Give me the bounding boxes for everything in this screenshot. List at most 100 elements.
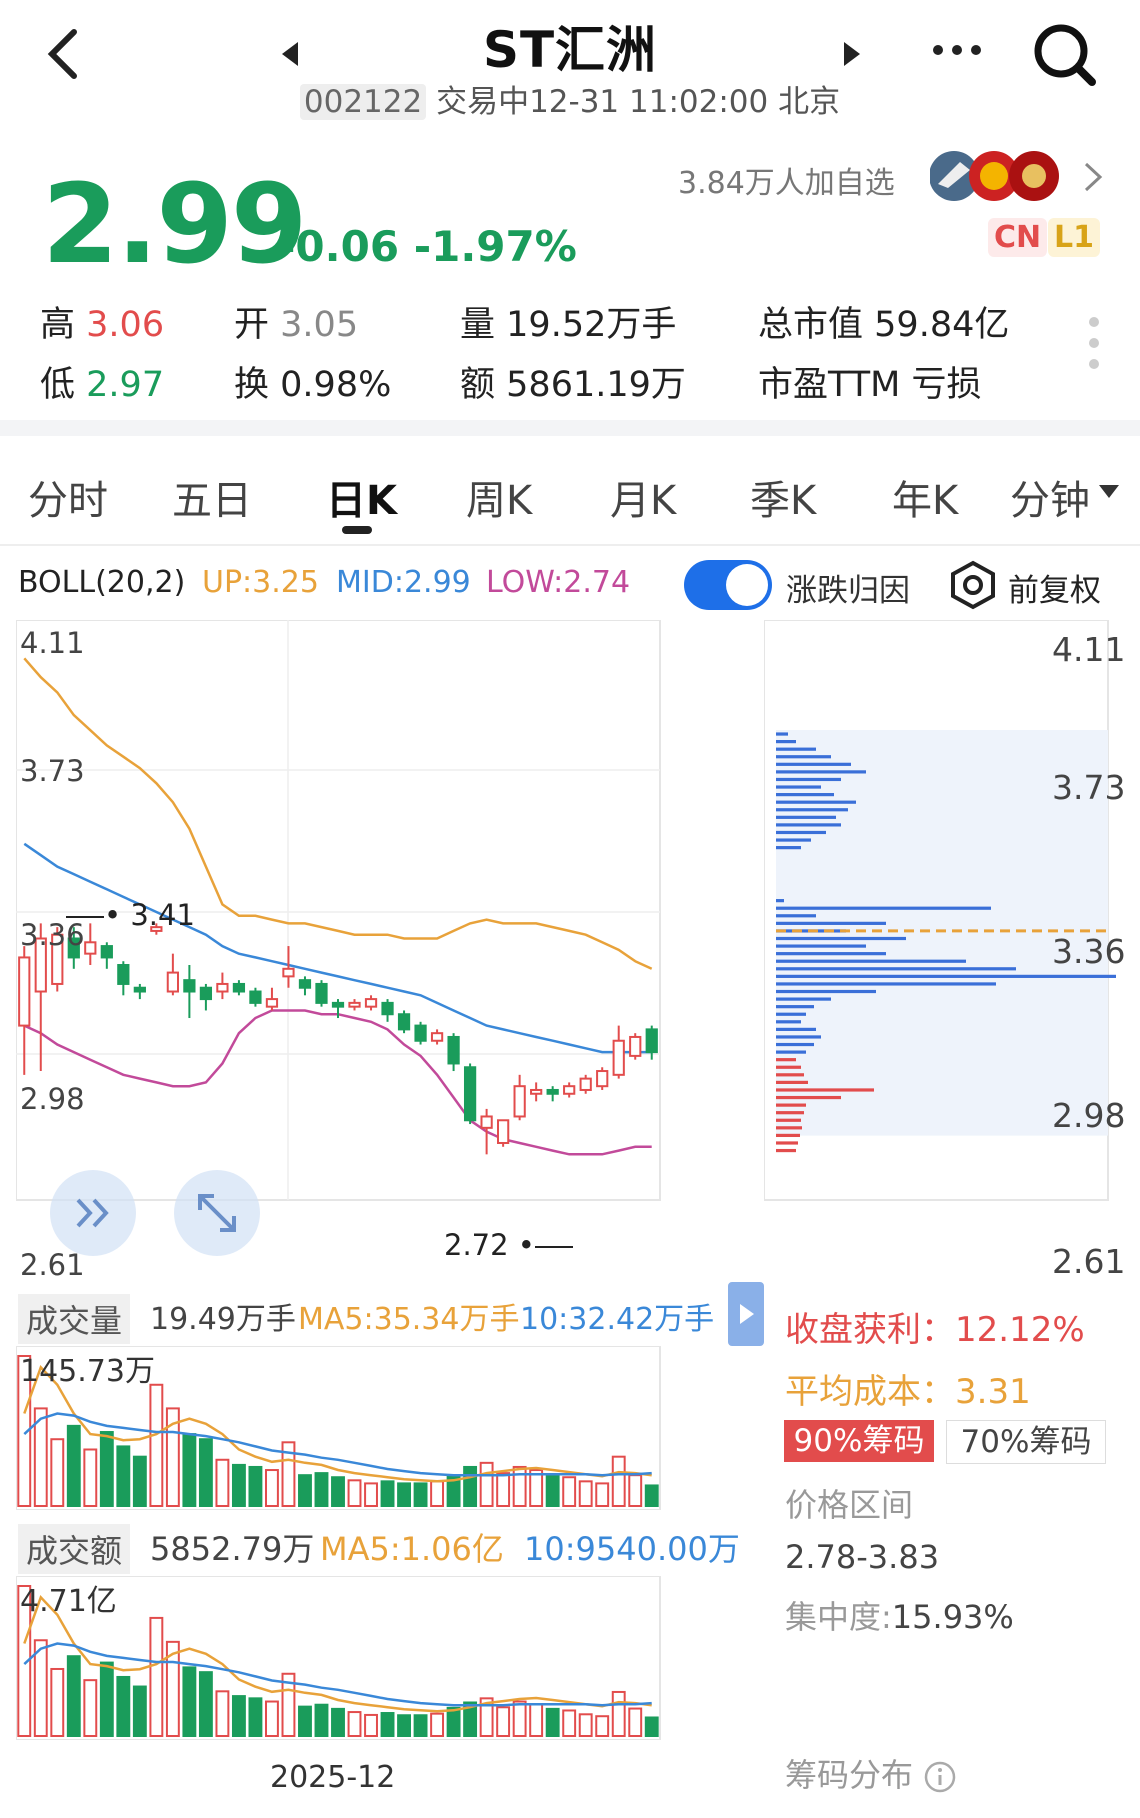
candle-body [249, 990, 262, 1004]
boll-name[interactable]: BOLL(20,2) [18, 565, 185, 600]
fullscreen-button[interactable] [174, 1170, 260, 1256]
chip-bar [776, 989, 876, 994]
price-change: -0.06 -1.97% [278, 222, 577, 271]
candle [480, 1108, 493, 1155]
stat-high: 高 3.06 [40, 296, 164, 347]
trade-time: 12-31 11:02:00 [529, 84, 769, 120]
volume-label[interactable]: 成交量 [18, 1294, 131, 1344]
tab-zhouk[interactable]: 周K [466, 468, 532, 526]
candle-body [331, 1001, 345, 1008]
amount-bar [248, 1697, 263, 1737]
search-button[interactable] [1030, 20, 1100, 94]
stat-open-label: 开 [234, 305, 270, 345]
attribution-toggle[interactable] [684, 560, 772, 610]
candle [348, 999, 361, 1011]
candle [183, 965, 196, 1019]
candle-body [497, 1119, 510, 1144]
volume-bar [364, 1482, 378, 1508]
volume-bar [116, 1445, 131, 1507]
candle [199, 983, 213, 1011]
tab-jik[interactable]: 季K [750, 468, 816, 526]
amount-bar [33, 1639, 48, 1737]
tab-yuek[interactable]: 月K [610, 468, 676, 526]
chip-tab-90[interactable]: 90%筹码 [784, 1420, 934, 1462]
candle-body [18, 956, 31, 1027]
more-button[interactable] [930, 40, 984, 64]
badge-l1: L1 [1048, 218, 1100, 257]
x-axis-date: 2025-12 [270, 1760, 396, 1795]
kline-y-label-0: 4.11 [20, 626, 85, 660]
volume-bar [314, 1472, 329, 1508]
chip-tab-70[interactable]: 70%筹码 [946, 1420, 1106, 1464]
tab-fenzhong[interactable]: 分钟 [1010, 468, 1090, 526]
volume-bar [545, 1474, 560, 1508]
profit-value: 12.12% [955, 1310, 1085, 1350]
stat-pe: 市盈TTM 亏损 [758, 356, 982, 407]
candle [133, 983, 146, 1000]
vertical-dots-icon [1089, 317, 1099, 369]
volume-bar [215, 1458, 230, 1507]
chip-bar [776, 755, 831, 759]
candle-body [612, 1039, 625, 1076]
stats-more-button[interactable] [1086, 316, 1102, 374]
amount-bar [215, 1690, 230, 1737]
stat-high-label: 高 [40, 305, 76, 345]
candle-body [414, 1024, 427, 1042]
amount-bar [331, 1707, 345, 1738]
boll-up: UP:3.25 [202, 565, 319, 600]
adjust-button[interactable]: 前复权 [948, 560, 1138, 610]
boll-low-line [23, 1009, 652, 1156]
fast-forward-button[interactable] [50, 1170, 136, 1256]
followers-arrow[interactable] [1080, 160, 1104, 198]
collapse-panel-button[interactable] [728, 1282, 764, 1346]
volume-bar [463, 1465, 478, 1507]
profit-label: 收盘获利： [785, 1310, 955, 1350]
chip-bar [776, 1111, 804, 1115]
tab-rik[interactable]: 日K [326, 468, 397, 526]
tab-wuri[interactable]: 五日 [172, 468, 252, 526]
toggle-knob [726, 564, 768, 606]
volume-ma5: MA5:35.34万手 [298, 1302, 520, 1337]
caret-down-icon [1099, 485, 1119, 498]
candle-body [348, 1001, 361, 1008]
chip-bar [776, 1058, 796, 1062]
volume-bar [496, 1472, 511, 1508]
chip-bar [776, 846, 801, 850]
chip-y-label-2: 3.36 [1052, 932, 1126, 971]
follower-avatars[interactable] [929, 148, 1070, 204]
amount-label[interactable]: 成交额 [18, 1524, 131, 1574]
chip-bar [776, 1027, 816, 1031]
play-right-icon [740, 1304, 754, 1324]
high-mark-value: 3.41 [130, 898, 195, 932]
amount-bar [512, 1700, 527, 1737]
candle [612, 1025, 625, 1079]
volume-bar [265, 1469, 279, 1508]
profit-row: 收盘获利：12.12% [785, 1302, 1085, 1351]
tab-dropdown-icon[interactable] [1098, 484, 1120, 504]
low-mark-label: 2.72 • [444, 1228, 573, 1262]
candle [530, 1082, 543, 1102]
expand-icon [198, 1194, 236, 1232]
candle-body [480, 1115, 493, 1129]
chip-footer[interactable]: 筹码分布 [785, 1750, 957, 1796]
change-percent: -1.97% [413, 222, 577, 271]
chip-bar [776, 777, 841, 782]
amount-ma5: MA5:1.06亿 [320, 1530, 504, 1568]
stat-turnover-label: 换 [234, 365, 270, 405]
chip-bar [776, 1012, 806, 1016]
chip-bar [776, 815, 836, 819]
tab-niank[interactable]: 年K [892, 468, 958, 526]
chip-bar [776, 823, 841, 827]
candle-body [645, 1028, 658, 1054]
volume-bar [99, 1431, 114, 1507]
amount-bar [529, 1703, 544, 1738]
candle-body [546, 1088, 559, 1095]
tab-fenshi[interactable]: 分时 [28, 468, 108, 526]
chip-bar [776, 936, 906, 941]
search-icon [1034, 24, 1096, 86]
chip-bar [776, 1005, 814, 1009]
volume-bar [595, 1482, 610, 1508]
amount-bar [83, 1679, 98, 1737]
candle [315, 980, 328, 1007]
followers-count[interactable]: 3.84万人加自选 [678, 158, 895, 202]
